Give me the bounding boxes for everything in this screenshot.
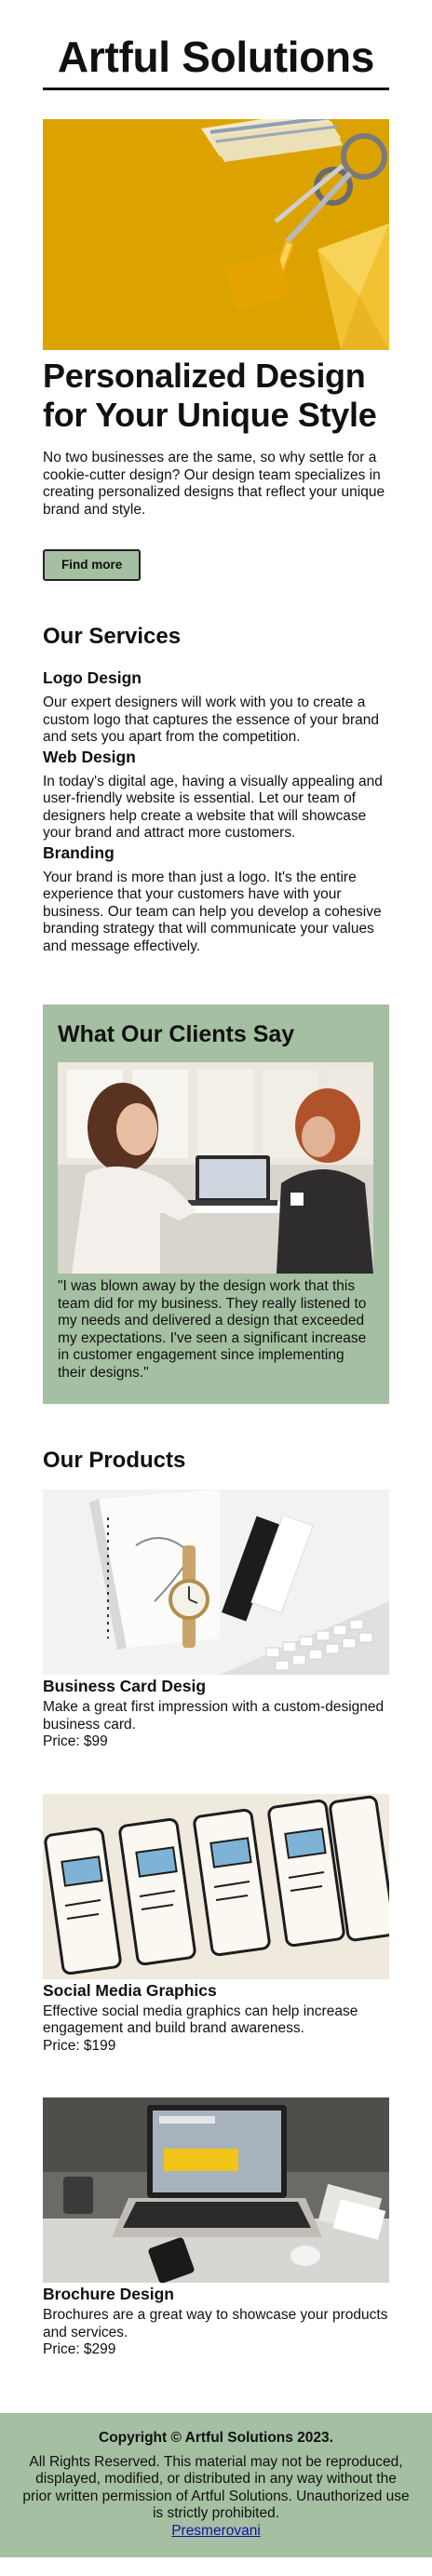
footer-redirect-link[interactable]: Presmerovani <box>171 2523 261 2541</box>
products-heading: Our Products <box>43 1448 186 1473</box>
site-footer: Copyright © Artful Solutions 2023. All R… <box>0 2412 432 2557</box>
service-title-logo-design: Logo Design <box>43 668 142 687</box>
products-section: Our Products Business Card Desig Make a … <box>43 1404 389 2359</box>
site-header: Artful Solutions <box>43 0 389 90</box>
footer-rights-text: All Rights Reserved. This material may n… <box>22 2453 410 2522</box>
service-title-web-design: Web Design <box>43 747 136 766</box>
product-card: Social Media Graphics Effective social m… <box>43 1793 389 2056</box>
testimonial-image <box>58 1062 373 1274</box>
testimonials-section: What Our Clients Say "I was blown away b… <box>43 1005 389 1404</box>
business-card-image <box>43 1490 389 1675</box>
hero-section: Personalized Design for Your Unique Styl… <box>43 90 389 581</box>
testimonials-heading: What Our Clients Say <box>58 1021 295 1047</box>
product-description: Brochures are a great way to showcase yo… <box>43 2307 388 2340</box>
product-price: Price: $299 <box>43 2341 116 2357</box>
testimonial-quote: "I was blown away by the design work tha… <box>58 1278 367 1381</box>
social-media-graphics-image <box>43 1793 389 1979</box>
brochure-design-image <box>43 2097 389 2283</box>
product-price: Price: $99 <box>43 1733 108 1749</box>
hero-text: No two businesses are the same, so why s… <box>43 450 385 518</box>
services-section: Our Services Logo Design Our expert desi… <box>43 581 389 955</box>
product-description: Effective social media graphics can help… <box>43 2003 358 2037</box>
hero-image <box>43 119 389 350</box>
product-card: Business Card Desig Make a great first i… <box>43 1490 389 1751</box>
find-more-button[interactable]: Find more <box>43 549 142 581</box>
product-price: Price: $199 <box>43 2037 116 2054</box>
service-text-web-design: In today's digital age, having a visuall… <box>43 773 383 842</box>
footer-copyright: Copyright © Artful Solutions 2023. <box>99 2429 333 2446</box>
site-title: Artful Solutions <box>43 28 389 90</box>
hero-heading: Personalized Design for Your Unique Styl… <box>43 357 377 434</box>
product-title: Social Media Graphics <box>43 1980 217 2000</box>
product-title: Brochure Design <box>43 2285 174 2303</box>
service-text-branding: Your brand is more than just a logo. It'… <box>43 869 382 954</box>
service-title-branding: Branding <box>43 843 115 862</box>
product-title: Business Card Desig <box>43 1677 207 1695</box>
product-card: Brochure Design Brochures are a great wa… <box>43 2097 389 2359</box>
product-description: Make a great first impression with a cus… <box>43 1699 385 1733</box>
services-heading: Our Services <box>43 624 182 649</box>
service-text-logo-design: Our expert designers will work with you … <box>43 695 380 745</box>
